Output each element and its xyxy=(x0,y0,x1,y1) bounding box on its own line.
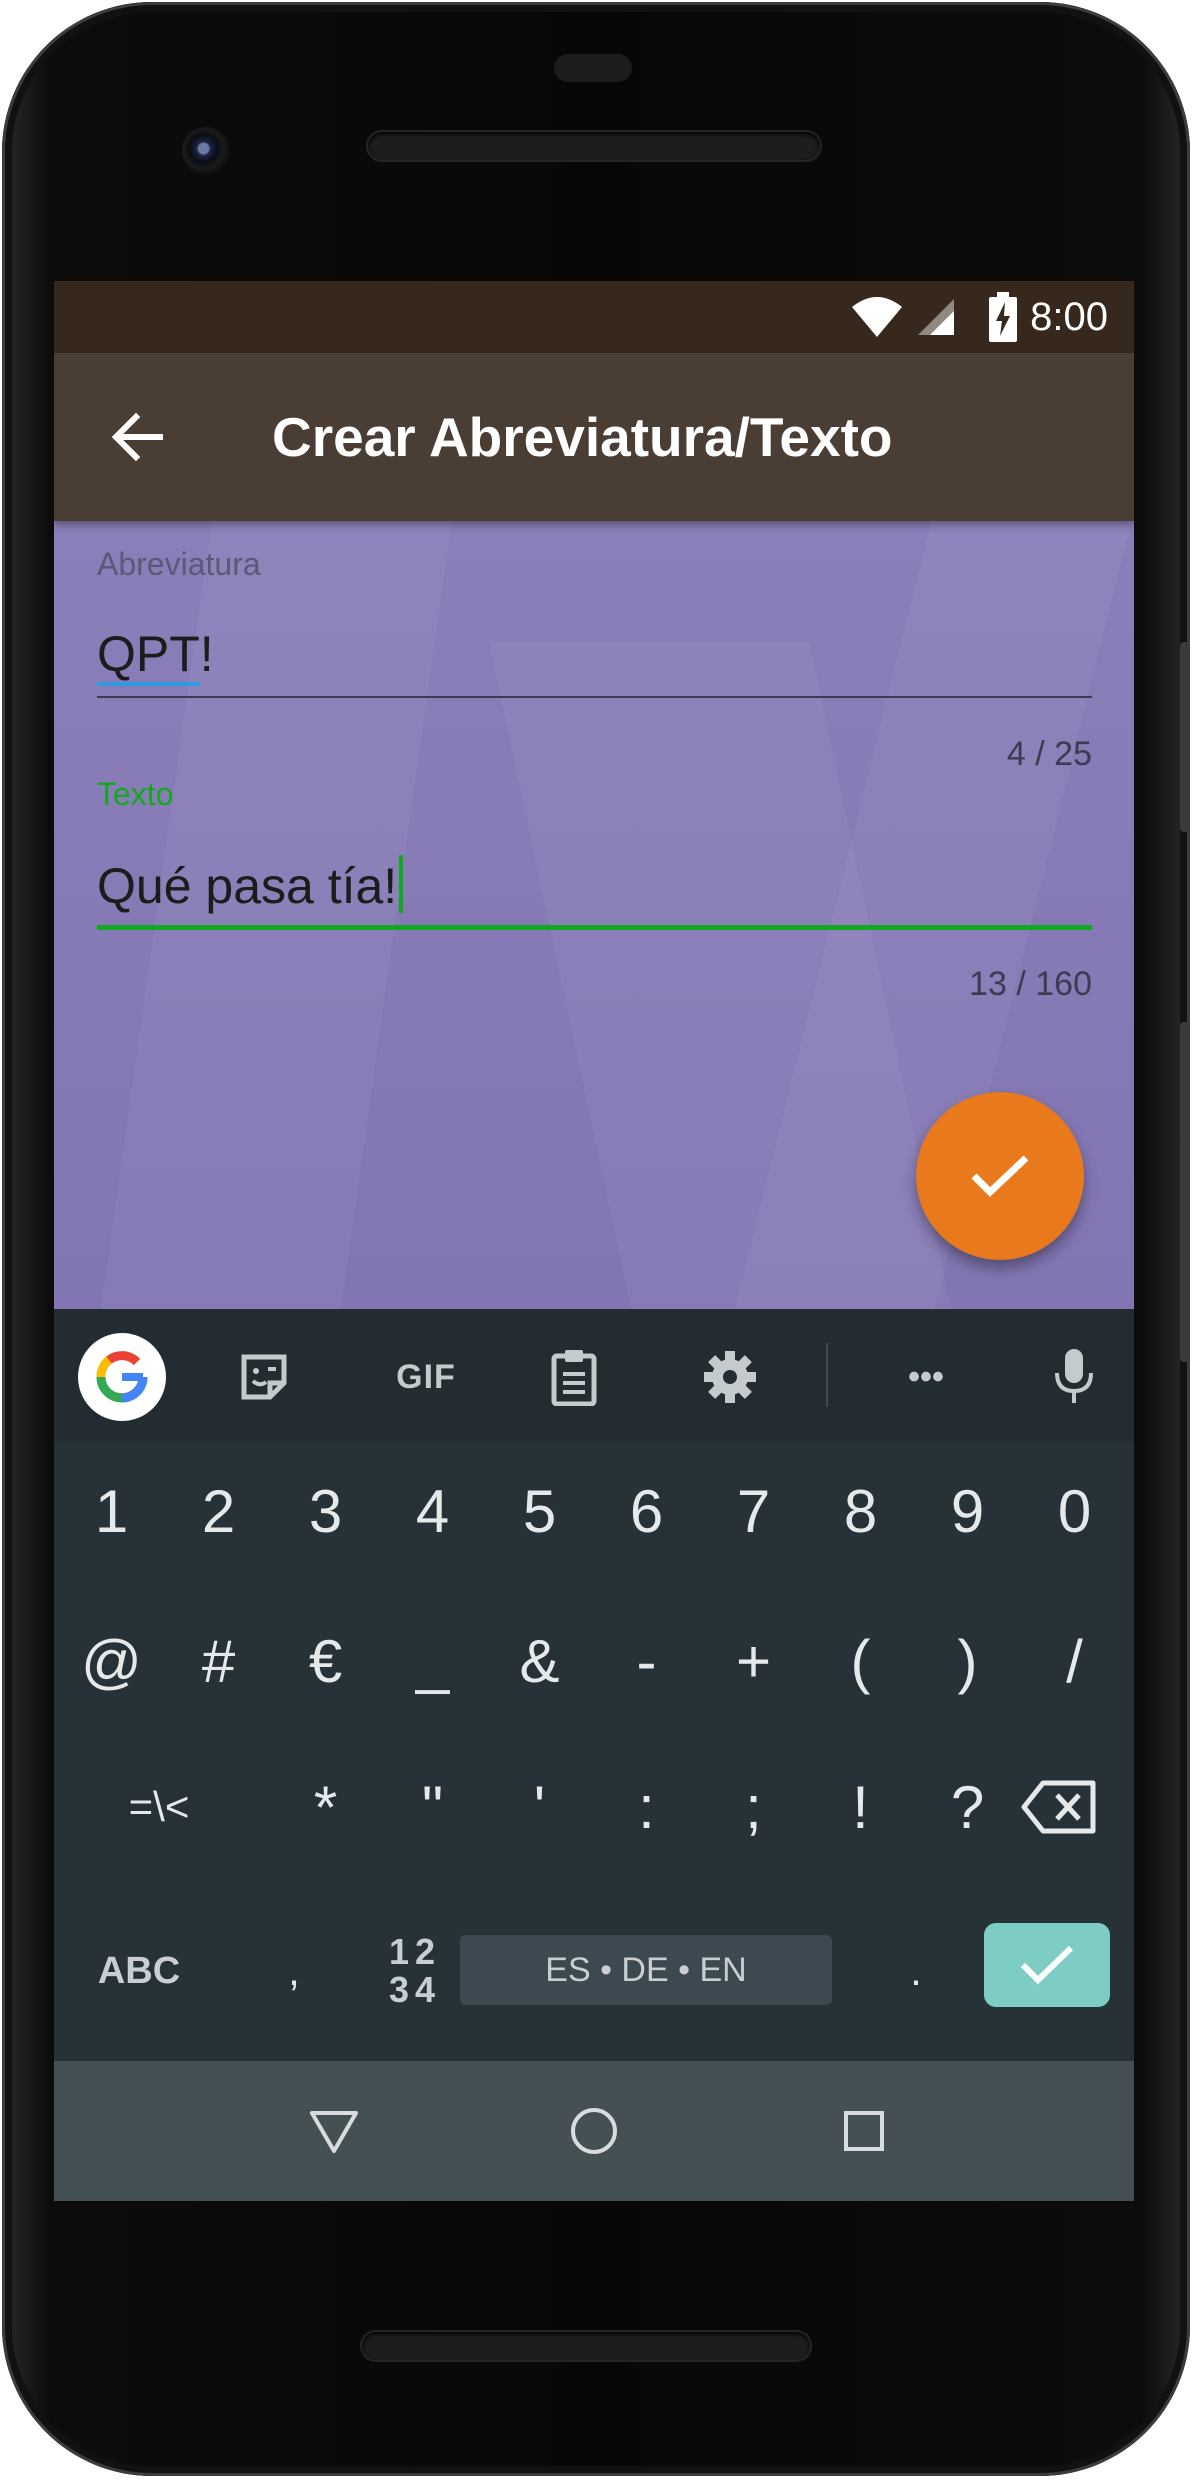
top-speaker xyxy=(368,132,820,160)
cell-signal-icon xyxy=(918,299,955,335)
key-close-paren[interactable]: ) xyxy=(914,1591,1021,1731)
abbreviation-counter: 4 / 25 xyxy=(1006,735,1092,773)
gif-icon: GIF xyxy=(396,1357,456,1396)
google-icon xyxy=(96,1351,148,1403)
abbreviation-value-prefix: QPT xyxy=(97,626,200,686)
key-colon[interactable]: : xyxy=(593,1737,700,1877)
page-title: Crear Abreviatura/Texto xyxy=(272,406,893,468)
space-key[interactable]: ES • DE • EN xyxy=(460,1935,832,2005)
home-circle-icon xyxy=(571,2108,617,2154)
abbreviation-underline xyxy=(97,696,1092,698)
save-fab-button[interactable] xyxy=(916,1092,1084,1260)
backspace-icon xyxy=(1021,1780,1096,1834)
google-search-button[interactable] xyxy=(78,1333,166,1421)
key-8[interactable]: 8 xyxy=(807,1441,914,1581)
back-button[interactable] xyxy=(102,401,174,473)
key-underscore[interactable]: _ xyxy=(379,1591,486,1731)
key-ampersand[interactable]: & xyxy=(486,1591,593,1731)
text-value: Qué pasa tía! xyxy=(97,858,398,914)
key-double-quote[interactable]: " xyxy=(379,1737,486,1877)
key-5[interactable]: 5 xyxy=(486,1441,593,1581)
bottom-speaker xyxy=(362,2332,810,2360)
status-time: 8:00 xyxy=(1030,294,1108,339)
key-2[interactable]: 2 xyxy=(165,1441,272,1581)
settings-button[interactable] xyxy=(686,1333,774,1421)
keyboard-toolbar: GIF ••• xyxy=(54,1309,1134,1441)
key-plus[interactable]: + xyxy=(700,1591,807,1731)
wifi-icon xyxy=(852,297,903,337)
abbreviation-label: Abreviatura xyxy=(97,546,261,582)
check-icon xyxy=(971,1155,1029,1197)
key-asterisk[interactable]: * xyxy=(272,1737,379,1877)
settings-icon xyxy=(704,1351,756,1403)
numpad-key-bottom: 34 xyxy=(388,1969,442,2010)
key-euro[interactable]: € xyxy=(272,1591,379,1731)
key-3[interactable]: 3 xyxy=(272,1441,379,1581)
key-0[interactable]: 0 xyxy=(1021,1441,1128,1581)
gif-button[interactable]: GIF xyxy=(376,1333,476,1421)
text-cursor xyxy=(399,855,404,913)
check-icon xyxy=(1020,1945,1074,1985)
sticker-button[interactable] xyxy=(220,1333,308,1421)
form-area: Abreviatura QPT! 4 / 25 Texto Qué pasa t… xyxy=(54,521,1134,1309)
key-single-quote[interactable]: ' xyxy=(486,1737,593,1877)
abbreviation-input[interactable]: QPT! xyxy=(97,625,214,686)
key-period[interactable]: . xyxy=(866,1901,966,2041)
voice-input-button[interactable] xyxy=(1030,1333,1118,1421)
text-label: Texto xyxy=(97,776,174,812)
backspace-key[interactable] xyxy=(994,1737,1124,1877)
navigation-bar xyxy=(54,2061,1134,2201)
clipboard-icon xyxy=(551,1350,597,1406)
key-hash[interactable]: # xyxy=(165,1591,272,1731)
text-counter: 13 / 160 xyxy=(969,965,1092,1003)
key-4[interactable]: 4 xyxy=(379,1441,486,1581)
more-button[interactable]: ••• xyxy=(882,1333,970,1421)
key-exclamation[interactable]: ! xyxy=(807,1737,914,1877)
power-button xyxy=(1180,642,1190,832)
volume-button xyxy=(1180,1022,1190,1362)
key-comma[interactable]: , xyxy=(244,1901,344,2041)
screen: 8:00 Crear Abreviatura/Texto Abreviatura… xyxy=(54,281,1134,2201)
front-camera xyxy=(182,127,230,175)
sticker-icon xyxy=(241,1354,287,1400)
nav-back-button[interactable] xyxy=(292,2089,376,2173)
sensor xyxy=(554,54,632,82)
nav-home-button[interactable] xyxy=(552,2089,636,2173)
key-at[interactable]: @ xyxy=(58,1591,165,1731)
recents-square-icon xyxy=(844,2111,884,2151)
key-more-symbols[interactable]: =\< xyxy=(84,1737,234,1877)
arrow-left-icon xyxy=(111,412,163,462)
numpad-key-top: 12 xyxy=(388,1931,442,1972)
key-semicolon[interactable]: ; xyxy=(700,1737,807,1877)
key-6[interactable]: 6 xyxy=(593,1441,700,1581)
enter-key[interactable] xyxy=(984,1923,1110,2007)
toolbar-divider xyxy=(826,1343,828,1407)
status-bar: 8:00 xyxy=(54,281,1134,353)
more-icon: ••• xyxy=(908,1357,944,1396)
key-minus[interactable]: - xyxy=(593,1591,700,1731)
phone-frame: 8:00 Crear Abreviatura/Texto Abreviatura… xyxy=(2,2,1190,2476)
keyboard: GIF ••• 1 2 3 4 5 6 7 8 9 0 @ # € _ & - … xyxy=(54,1309,1134,2061)
clipboard-button[interactable] xyxy=(530,1333,618,1421)
microphone-icon xyxy=(1055,1349,1093,1403)
key-9[interactable]: 9 xyxy=(914,1441,1021,1581)
abbreviation-value-suffix: ! xyxy=(199,626,214,682)
abc-key[interactable]: ABC xyxy=(74,1901,204,2041)
key-slash[interactable]: / xyxy=(1021,1591,1128,1731)
nav-recents-button[interactable] xyxy=(822,2089,906,2173)
app-bar: Crear Abreviatura/Texto xyxy=(54,353,1134,521)
text-input[interactable]: Qué pasa tía! xyxy=(97,855,404,915)
back-triangle-icon xyxy=(310,2111,358,2153)
battery-charging-icon xyxy=(989,292,1018,342)
text-underline xyxy=(97,925,1092,930)
key-7[interactable]: 7 xyxy=(700,1441,807,1581)
numpad-key[interactable]: 12 34 xyxy=(360,1901,470,2041)
key-1[interactable]: 1 xyxy=(58,1441,165,1581)
key-open-paren[interactable]: ( xyxy=(807,1591,914,1731)
